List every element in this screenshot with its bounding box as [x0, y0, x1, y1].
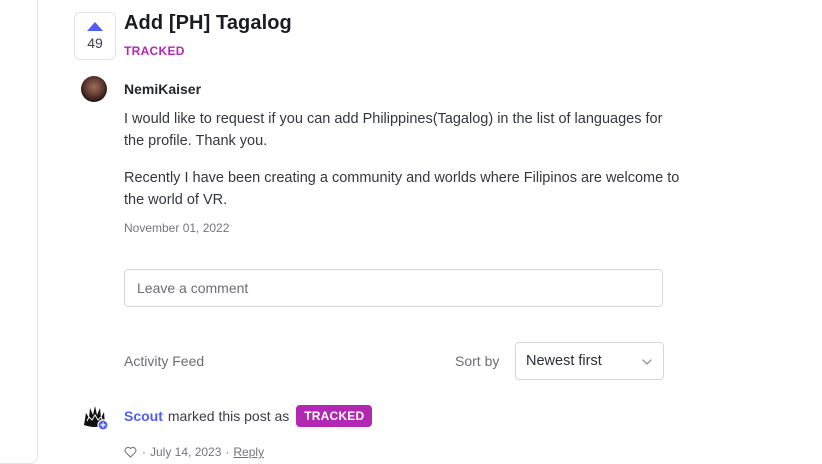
sort-select[interactable]: Newest first: [515, 342, 664, 380]
activity-actor[interactable]: Scout: [124, 408, 163, 424]
meta-separator: ·: [142, 445, 146, 459]
post-body: I would like to request if you can add P…: [124, 108, 684, 226]
activity-action: marked this post as: [167, 408, 290, 424]
activity-meta: · July 14, 2023 · Reply: [124, 445, 264, 459]
sort-value: Newest first: [526, 353, 602, 369]
scout-avatar-icon: [84, 406, 109, 431]
vote-count: 49: [87, 35, 103, 51]
chevron-down-icon: [642, 359, 652, 365]
post-title: Add [PH] Tagalog: [124, 12, 292, 34]
comment-placeholder: Leave a comment: [137, 280, 249, 296]
reply-link[interactable]: Reply: [233, 445, 264, 459]
left-panel: [0, 0, 38, 464]
comment-input[interactable]: Leave a comment: [124, 269, 663, 307]
upvote-button[interactable]: 49: [74, 12, 116, 60]
sort-label: Sort by: [455, 353, 500, 369]
meta-separator: ·: [225, 445, 230, 459]
activity-feed-label: Activity Feed: [124, 353, 205, 369]
post-status: TRACKED: [124, 44, 185, 58]
author-avatar[interactable]: [81, 76, 107, 102]
post-date: November 01, 2022: [124, 221, 230, 235]
activity-entry: Scout marked this post as TRACKED: [124, 405, 373, 427]
post-paragraph: Recently I have been creating a communit…: [124, 170, 680, 208]
upvote-arrow-icon: [87, 22, 103, 31]
activity-date: July 14, 2023: [150, 445, 222, 459]
status-badge: TRACKED: [296, 405, 373, 427]
post-paragraph: I would like to request if you can add P…: [124, 111, 663, 149]
heart-icon[interactable]: [124, 446, 137, 458]
author-name[interactable]: NemiKaiser: [124, 81, 201, 97]
